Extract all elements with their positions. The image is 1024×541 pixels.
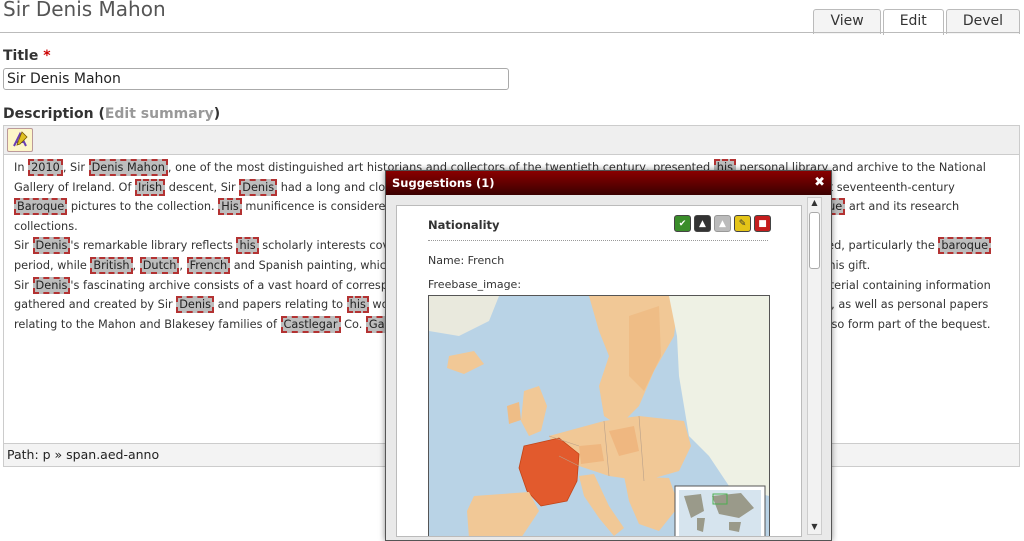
annotation-span[interactable]: Denis (239, 178, 278, 196)
dialog-header: Suggestions (1) ✖ (386, 171, 831, 195)
description-label-text: Description (3, 106, 94, 122)
annotate-pen-icon (13, 131, 28, 147)
dialog-title: Suggestions (1) (392, 176, 495, 190)
annotation-span[interactable]: Irish (135, 178, 166, 196)
scroll-down-icon[interactable]: ▼ (808, 522, 821, 534)
paragraph-text: pictures to the collection. (67, 200, 219, 214)
edit-summary-close: ) (213, 106, 221, 122)
paragraph-text: 's remarkable library reflects (70, 239, 237, 253)
annotation-span[interactable]: his (346, 296, 369, 314)
annotation-span[interactable]: Castlegar (280, 315, 341, 333)
paragraph-text: period, while (14, 258, 91, 272)
paragraph-text: In (14, 161, 29, 174)
tab-view[interactable]: View (813, 9, 881, 34)
reject-icon[interactable]: ■ (754, 215, 771, 232)
annotation-span[interactable]: baroque (938, 237, 992, 255)
move-up-disabled-icon[interactable]: ▲ (714, 215, 731, 232)
scroll-thumb[interactable] (809, 212, 820, 269)
annotation-span[interactable]: Dutch (139, 256, 180, 274)
annotation-span[interactable]: French (186, 256, 231, 274)
annotation-span[interactable]: Denis (176, 296, 215, 314)
accept-icon[interactable]: ✔ (674, 215, 691, 232)
description-label: Description (Edit summary) (3, 106, 220, 122)
title-label: Title * (3, 48, 51, 64)
annotation-span[interactable]: Denis (32, 276, 71, 294)
suggestion-name: Name: French (428, 254, 505, 267)
paragraph-text: Sir (14, 239, 33, 253)
move-up-icon[interactable]: ▲ (694, 215, 711, 232)
scroll-up-icon[interactable]: ▲ (808, 198, 821, 210)
paragraph-text: descent, Sir (165, 180, 240, 194)
suggestion-actions: ✔ ▲ ▲ ✎ ■ (674, 215, 771, 232)
page-title: Sir Denis Mahon (3, 0, 166, 21)
paragraph-text: and papers relating to (214, 298, 347, 312)
annotation-span[interactable]: British (90, 256, 133, 274)
tabs-divider (0, 32, 1020, 33)
paragraph-text: , (179, 258, 187, 272)
close-icon[interactable]: ✖ (814, 171, 825, 195)
title-label-text: Title (3, 48, 39, 64)
editor-toolbar (4, 126, 1019, 155)
annotation-span[interactable]: Denis Mahon (88, 159, 168, 176)
paragraph-text: Co. (340, 317, 366, 331)
suggestions-dialog: Suggestions (1) ✖ Nationality ✔ ▲ ▲ ✎ ■ … (385, 170, 832, 541)
edit-summary-link[interactable]: Edit summary (105, 106, 214, 122)
annotation-span[interactable]: Denis (32, 237, 71, 255)
annotate-button[interactable] (7, 128, 33, 152)
suggestion-image-label: Freebase_image: (428, 278, 522, 291)
edit-icon[interactable]: ✎ (734, 215, 751, 232)
dialog-scrollbar[interactable]: ▲ ▼ (807, 197, 822, 535)
paragraph-text: , (132, 258, 140, 272)
annotation-span[interactable]: Baroque (14, 198, 68, 216)
europe-map-graphic (429, 296, 769, 536)
suggestion-divider (428, 240, 768, 241)
required-mark: * (43, 48, 51, 64)
suggestion-panel: Nationality ✔ ▲ ▲ ✎ ■ Name: French Freeb… (396, 205, 802, 537)
title-input[interactable]: Sir Denis Mahon (3, 68, 509, 90)
paragraph-text: Sir (14, 278, 33, 292)
tab-devel[interactable]: Devel (945, 9, 1020, 34)
annotation-span[interactable]: his (236, 237, 259, 255)
annotation-span[interactable]: 2010 (28, 159, 63, 176)
europe-map-image (428, 295, 770, 536)
annotation-span[interactable]: His (218, 198, 242, 216)
paragraph-text: , Sir (62, 161, 89, 174)
suggestion-type: Nationality (428, 218, 500, 232)
